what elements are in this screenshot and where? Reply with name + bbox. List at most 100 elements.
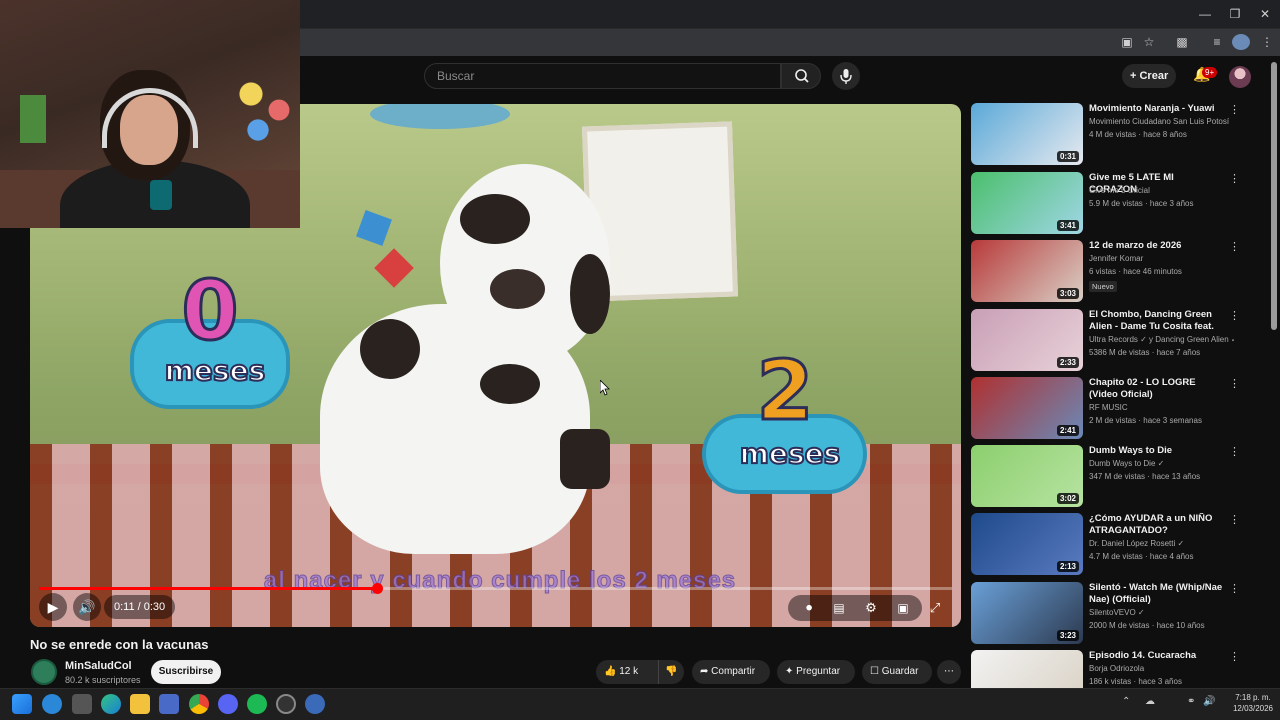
- recommendation-channel[interactable]: Ultra Records ✓ y Dancing Green Alien ✓: [1089, 335, 1234, 345]
- voice-search-button[interactable]: [832, 62, 860, 90]
- recommendation-duration: 2:41: [1056, 425, 1079, 436]
- recommendation-duration: 3:03: [1056, 288, 1079, 299]
- play-button[interactable]: ▶: [39, 593, 67, 621]
- obs-icon[interactable]: [276, 694, 296, 714]
- recommendation-thumbnail[interactable]: 0:31: [971, 103, 1083, 165]
- cast-icon[interactable]: ▣: [1118, 34, 1136, 50]
- recommendation-thumbnail[interactable]: 2:33: [971, 309, 1083, 371]
- account-avatar[interactable]: [1229, 66, 1251, 88]
- settings-button[interactable]: ⚙: [858, 594, 884, 622]
- more-vertical-icon[interactable]: ⋮: [1229, 309, 1240, 323]
- months-zero-number: 0: [180, 263, 240, 361]
- more-vertical-icon[interactable]: ⋮: [1229, 240, 1240, 254]
- save-button[interactable]: ☐ Guardar: [862, 660, 932, 684]
- browser-menu-icon[interactable]: ⋮: [1258, 34, 1276, 50]
- more-vertical-icon[interactable]: ⋮: [1229, 582, 1240, 596]
- minimize-icon[interactable]: —: [1190, 4, 1220, 24]
- recommendation-title[interactable]: El Chombo, Dancing Green Alien - Dame Tu…: [1089, 309, 1223, 333]
- tray-network-icon[interactable]: ☁: [1145, 696, 1155, 707]
- recommendation-channel[interactable]: Give me 5 Oficial: [1089, 186, 1234, 196]
- windows-start-icon[interactable]: [12, 694, 32, 714]
- recommendation-item[interactable]: 2:41 Chapito 02 - LO LOGRE (Video Oficial…: [971, 377, 1241, 441]
- recommendation-title[interactable]: Chapito 02 - LO LOGRE (Video Oficial): [1089, 377, 1223, 401]
- recommendation-thumbnail[interactable]: 2:13: [971, 513, 1083, 575]
- more-vertical-icon[interactable]: ⋮: [1229, 103, 1240, 117]
- bookmark-star-icon[interactable]: ☆: [1140, 34, 1158, 50]
- autoplay-toggle[interactable]: ⚫: [796, 594, 822, 622]
- recommendation-thumbnail[interactable]: 2:41: [971, 377, 1083, 439]
- profile-icon[interactable]: [1232, 34, 1250, 50]
- more-vertical-icon[interactable]: ⋮: [1229, 513, 1240, 527]
- recommendation-item[interactable]: 0:31 Movimiento Naranja - Yuawi Movimiento…: [971, 103, 1241, 167]
- recommendation-title[interactable]: Silentó - Watch Me (Whip/Nae Nae) (Offic…: [1089, 582, 1223, 606]
- share-button[interactable]: ➦ Compartir: [692, 660, 770, 684]
- search-button[interactable]: [781, 63, 821, 89]
- more-actions-button[interactable]: ⋯: [937, 660, 961, 684]
- more-vertical-icon[interactable]: ⋮: [1229, 377, 1240, 391]
- tray-volume-icon[interactable]: 🔊: [1203, 696, 1215, 707]
- more-vertical-icon[interactable]: ⋮: [1229, 650, 1240, 664]
- recommendation-thumbnail[interactable]: 3:03: [971, 240, 1083, 302]
- recommendation-thumbnail[interactable]: 3:02: [971, 445, 1083, 507]
- channel-avatar[interactable]: [31, 659, 57, 685]
- recommendation-thumbnail[interactable]: 3:41: [971, 172, 1083, 234]
- app-icon[interactable]: [305, 694, 325, 714]
- channel-name[interactable]: MinSaludCol: [65, 660, 132, 672]
- dislike-button[interactable]: 👎: [658, 660, 684, 684]
- taskbar-search-icon[interactable]: [42, 694, 62, 714]
- recommendation-title[interactable]: Dumb Ways to Die: [1089, 445, 1223, 457]
- fullscreen-button[interactable]: ⤢: [922, 594, 948, 622]
- close-icon[interactable]: ✕: [1250, 4, 1280, 24]
- store-icon[interactable]: [159, 694, 179, 714]
- chrome-icon[interactable]: [189, 694, 209, 714]
- recommendation-duration: 3:23: [1056, 630, 1079, 641]
- create-button[interactable]: + Crear: [1122, 64, 1176, 88]
- taskbar-clock[interactable]: 7:18 p. m. 12/03/2026: [1228, 692, 1278, 714]
- recommendation-channel[interactable]: Dr. Daniel López Rosetti ✓: [1089, 539, 1234, 549]
- months-two-number: 2: [755, 343, 815, 441]
- task-view-icon[interactable]: [72, 694, 92, 714]
- recommendation-item[interactable]: 3:02 Dumb Ways to Die Dumb Ways to Die ✓ 34…: [971, 445, 1241, 509]
- captions-button[interactable]: ▤: [826, 594, 852, 622]
- recommendation-item[interactable]: 2:33 El Chombo, Dancing Green Alien - Dam…: [971, 309, 1241, 373]
- recommendation-stats: 4.7 M de vistas · hace 4 años: [1089, 552, 1194, 561]
- recommendation-channel[interactable]: RF MUSIC: [1089, 403, 1234, 413]
- like-button[interactable]: 👍 12 k: [596, 660, 658, 684]
- more-vertical-icon[interactable]: ⋮: [1229, 172, 1240, 186]
- recommendation-channel[interactable]: Jennifer Komar: [1089, 254, 1234, 264]
- restore-icon[interactable]: ❐: [1220, 4, 1250, 24]
- recommendation-title[interactable]: 12 de marzo de 2026: [1089, 240, 1223, 252]
- ask-button[interactable]: ✦ Preguntar: [777, 660, 855, 684]
- video-scene-mobile-toy: [374, 248, 414, 288]
- recommendation-title[interactable]: Episodio 14. Cucaracha: [1089, 650, 1223, 662]
- recommendation-channel[interactable]: Movimiento Ciudadano San Luis Potosí: [1089, 117, 1234, 127]
- progress-scrubber-handle[interactable]: [371, 583, 383, 594]
- tray-chevron-icon[interactable]: ⌃: [1122, 696, 1130, 707]
- edge-icon[interactable]: [101, 694, 121, 714]
- recommendation-item[interactable]: 3:41 Give me 5 LATE MI CORAZON Give me 5 O…: [971, 172, 1241, 236]
- search-input[interactable]: Buscar: [424, 63, 781, 89]
- recommendation-item[interactable]: 3:03 12 de marzo de 2026 Jennifer Komar 6 v…: [971, 240, 1241, 304]
- recommendation-title[interactable]: ¿Cómo AYUDAR a un NIÑO ATRAGANTADO?: [1089, 513, 1223, 537]
- tray-wifi-icon[interactable]: ⚭: [1187, 696, 1195, 707]
- miniplayer-button[interactable]: ▣: [890, 594, 916, 622]
- recommendation-channel[interactable]: SilentoVEVO ✓: [1089, 608, 1234, 618]
- recommendation-channel[interactable]: Dumb Ways to Die ✓: [1089, 459, 1234, 469]
- spotify-icon[interactable]: [247, 694, 267, 714]
- video-scene-mobile-toy: [356, 210, 392, 246]
- recommendation-item[interactable]: 3:23 Silentó - Watch Me (Whip/Nae Nae) (O…: [971, 582, 1241, 646]
- recommendation-thumbnail[interactable]: 3:23: [971, 582, 1083, 644]
- discord-icon[interactable]: [218, 694, 238, 714]
- file-explorer-icon[interactable]: [130, 694, 150, 714]
- scrollbar-thumb[interactable]: [1271, 62, 1277, 330]
- recommendation-title[interactable]: Movimiento Naranja - Yuawi: [1089, 103, 1223, 115]
- recommendation-duration: 3:02: [1056, 493, 1079, 504]
- volume-button[interactable]: 🔊: [73, 593, 101, 621]
- media-controls-icon[interactable]: ≡: [1208, 34, 1226, 50]
- subscribe-button[interactable]: Suscribirse: [151, 660, 221, 684]
- recommendation-channel[interactable]: Borja Odriozola: [1089, 664, 1234, 674]
- more-vertical-icon[interactable]: ⋮: [1229, 445, 1240, 459]
- share-icon: ➦: [700, 666, 712, 677]
- recommendation-item[interactable]: 2:13 ¿Cómo AYUDAR a un NIÑO ATRAGANTADO? D…: [971, 513, 1241, 577]
- extensions-icon[interactable]: ▩: [1173, 34, 1191, 50]
